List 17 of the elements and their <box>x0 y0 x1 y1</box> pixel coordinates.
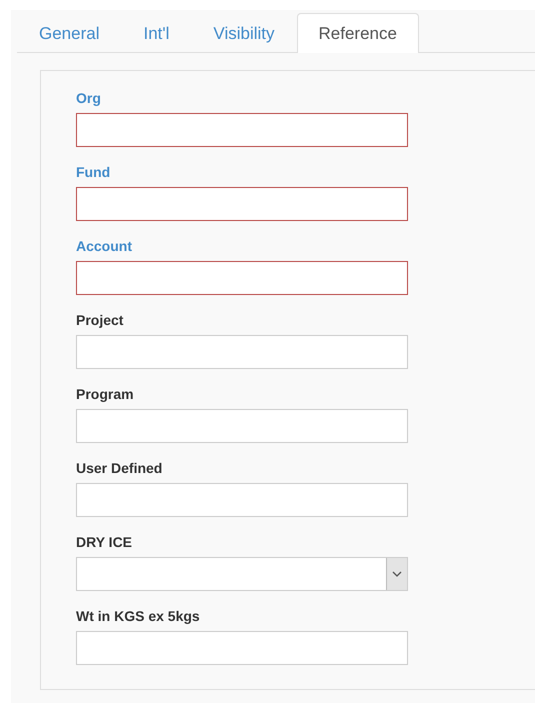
tab[interactable]: Reference <box>296 13 419 53</box>
input-field[interactable] <box>76 113 408 147</box>
field-label: Program <box>76 386 135 404</box>
chevron-down-icon[interactable] <box>386 558 407 590</box>
dropdown-field[interactable] <box>76 557 408 591</box>
input-field[interactable] <box>76 261 408 295</box>
tab[interactable]: Visibility <box>191 13 297 53</box>
field-label: Fund <box>76 164 112 182</box>
field-label: Account <box>76 238 133 256</box>
tab[interactable]: General <box>17 13 122 53</box>
tab[interactable]: Int'l <box>121 13 192 53</box>
input-field[interactable] <box>76 187 408 221</box>
field-label: Wt in KGS ex 5kgs <box>76 608 201 626</box>
field-label: User Defined <box>76 460 164 478</box>
field-label: DRY ICE <box>76 534 134 552</box>
field-label: Org <box>76 90 102 108</box>
field-label: Project <box>76 312 124 330</box>
